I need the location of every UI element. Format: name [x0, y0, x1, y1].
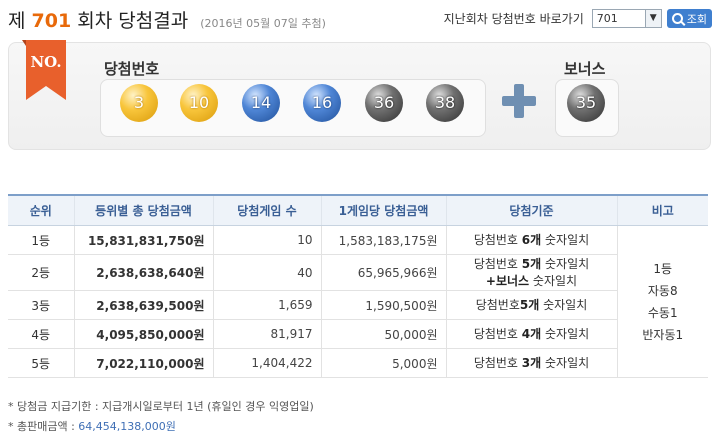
plus-icon [502, 84, 536, 118]
table-row: 1등 15,831,831,750원 10 1,583,183,175원 당첨번… [8, 225, 708, 378]
total-cell: 7,022,110,000원 [73, 348, 213, 378]
note-line: 반자동1 [642, 327, 684, 342]
count-cell: 40 [212, 254, 321, 291]
draw-date: (2016년 05월 07일 추첨) [200, 17, 326, 30]
col-count: 당첨게임 수 [212, 194, 321, 226]
winning-numbers-label: 당첨번호 [104, 60, 160, 78]
col-rank: 순위 [8, 194, 74, 226]
total-sales-label: * 총판매금액 : [8, 420, 79, 433]
per-game-cell: 50,000원 [320, 319, 446, 349]
note-cell: 1등 자동8 수동1 반자동1 [616, 225, 708, 378]
search-button[interactable]: 조회 [666, 9, 712, 28]
ball-1: 3 [120, 84, 158, 122]
jump-label: 지난회차 당첨번호 바로가기 [443, 12, 584, 26]
total-cell: 2,638,639,500원 [73, 290, 213, 320]
draw-number: 701 [31, 10, 72, 32]
col-total: 등위별 총 당첨금액 [73, 194, 213, 226]
per-game-cell: 65,965,966원 [320, 254, 446, 291]
col-per-game: 1게임당 당첨금액 [320, 194, 446, 226]
note-line: 수동1 [647, 305, 678, 320]
bonus-ball: 35 [567, 84, 605, 122]
total-cell: 2,638,638,640원 [73, 254, 213, 291]
rank-cell: 5등 [8, 348, 74, 378]
per-game-cell: 1,590,500원 [320, 290, 446, 320]
criteria-cell: 당첨번호5개 숫자일치 [445, 290, 617, 320]
ball-4: 16 [303, 84, 341, 122]
total-cell: 15,831,831,750원 [73, 225, 213, 255]
ribbon-label: NO. [30, 53, 62, 71]
rank-cell: 3등 [8, 290, 74, 320]
count-cell: 1,404,422 [212, 348, 321, 378]
table-row: 2등 2,638,638,640원 40 65,965,966원 당첨번호 5개… [8, 254, 708, 291]
table-row: 5등 7,022,110,000원 1,404,422 5,000원 당첨번호 … [8, 348, 708, 378]
col-note: 비고 [616, 194, 708, 226]
draw-select-value: 701 [596, 12, 618, 25]
total-sales-value: 64,454,138,000원 [78, 420, 176, 433]
prize-table: 순위 등위별 총 당첨금액 당첨게임 수 1게임당 당첨금액 당첨기준 비고 1… [8, 194, 708, 378]
total-sales-note: * 총판매금액 : 64,454,138,000원 [8, 418, 176, 434]
result-header: 제 701 회차 당첨결과 (2016년 05월 07일 추첨) 지난회차 당첨… [0, 0, 720, 34]
criteria-cell: 당첨번호 3개 숫자일치 [445, 348, 617, 378]
rank-cell: 2등 [8, 254, 74, 291]
ball-2: 10 [180, 84, 218, 122]
rank-cell: 1등 [8, 225, 74, 255]
count-cell: 10 [212, 225, 321, 255]
table-row: 4등 4,095,850,000원 81,917 50,000원 당첨번호 4개… [8, 319, 708, 349]
payment-deadline-note: * 당첨금 지급기한 : 지급개시일로부터 1년 (휴일인 경우 익영업일) [8, 400, 314, 413]
table-header-row: 순위 등위별 총 당첨금액 당첨게임 수 1게임당 당첨금액 당첨기준 비고 [8, 194, 708, 226]
per-game-cell: 5,000원 [320, 348, 446, 378]
page-title: 제 701 회차 당첨결과 (2016년 05월 07일 추첨) [8, 6, 326, 33]
search-button-label: 조회 [686, 12, 707, 26]
criteria-cell: 당첨번호 4개 숫자일치 [445, 319, 617, 349]
title-suffix: 회차 당첨결과 [77, 10, 189, 32]
title-prefix: 제 [8, 10, 26, 32]
ball-3: 14 [242, 84, 280, 122]
rank-cell: 4등 [8, 319, 74, 349]
chevron-down-icon[interactable]: ▼ [644, 10, 661, 27]
total-cell: 4,095,850,000원 [73, 319, 213, 349]
note-line: 자동8 [647, 283, 678, 298]
bonus-label: 보너스 [564, 60, 606, 78]
count-cell: 81,917 [212, 319, 321, 349]
count-cell: 1,659 [212, 290, 321, 320]
col-criteria: 당첨기준 [445, 194, 617, 226]
criteria-cell: 당첨번호 6개 숫자일치 [445, 225, 617, 255]
ball-6: 38 [426, 84, 464, 122]
draw-select[interactable]: 701 ▼ [591, 9, 662, 28]
table-row: 3등 2,638,639,500원 1,659 1,590,500원 당첨번호5… [8, 290, 708, 320]
criteria-cell: 당첨번호 5개 숫자일치 +보너스 숫자일치 [445, 254, 617, 291]
ball-5: 36 [365, 84, 403, 122]
note-line: 1등 [653, 261, 673, 276]
past-draw-jump: 지난회차 당첨번호 바로가기 701 ▼ 조회 [444, 9, 712, 28]
per-game-cell: 1,583,183,175원 [320, 225, 446, 255]
search-icon [671, 13, 683, 24]
